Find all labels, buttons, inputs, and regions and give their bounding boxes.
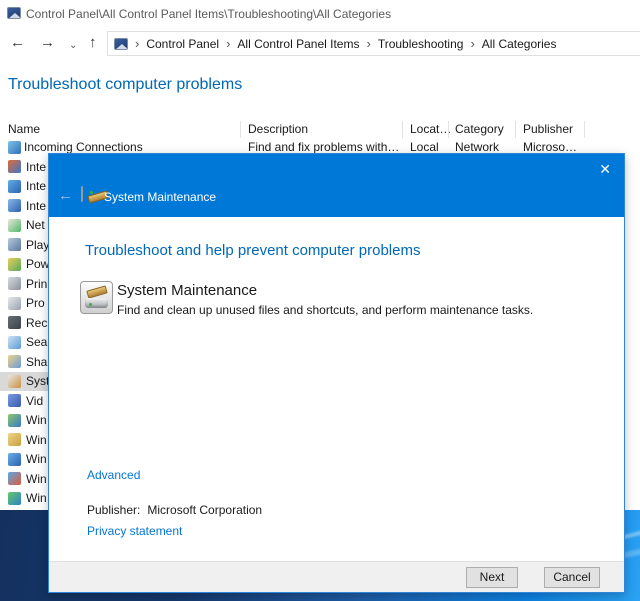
incoming-connections-icon [8,141,21,154]
list-item-label: Play [26,237,50,252]
dialog-title: System Maintenance [104,190,217,204]
breadcrumb-troubleshooting[interactable]: Troubleshooting [378,37,464,51]
troubleshooter-icon [8,491,21,505]
column-divider[interactable] [448,121,449,138]
back-icon[interactable]: ← [10,33,25,53]
breadcrumb-control-panel[interactable]: Control Panel [146,37,219,51]
publisher-value: Microsoft Corporation [147,503,263,517]
publisher-line: Publisher: Microsoft Corporation [87,503,262,517]
dialog-footer: Next Cancel [49,561,624,592]
window-icon [7,7,21,19]
troubleshooter-icon [8,277,21,291]
address-bar-icon [114,37,128,50]
window-titlebar: Control Panel\All Control Panel Items\Tr… [0,0,640,28]
list-item-label: Vid [26,393,44,408]
list-item-label: Sea [26,335,48,350]
up-icon[interactable]: ↑ [89,33,97,53]
column-header-publisher[interactable]: Publisher [523,122,573,136]
list-item-label: Inte [26,198,47,213]
screen: Control Panel\All Control Panel Items\Tr… [0,0,640,601]
troubleshooter-icon [8,394,21,408]
publisher-label: Publisher: [87,503,141,517]
breadcrumb-separator-icon: › [366,36,371,51]
address-bar[interactable]: › Control Panel › All Control Panel Item… [107,31,640,56]
list-item-label: Syst [26,374,50,389]
list-item-label: Win [26,452,47,467]
list-item-label: Win [26,432,47,447]
troubleshooter-icon [8,316,21,330]
list-item-label: Pro [26,296,45,311]
recent-locations-chevron-icon[interactable]: ⌄ [69,36,77,56]
troubleshooter-icon [8,472,21,486]
list-item-label: Inte [26,179,47,194]
forward-icon[interactable]: → [40,33,55,53]
column-divider[interactable] [402,121,403,138]
breadcrumb-separator-icon: › [226,36,231,51]
row-name: Incoming Connections [24,140,143,154]
column-header-name[interactable]: Name [8,122,40,136]
breadcrumb-separator-icon: › [135,36,140,51]
troubleshooter-icon [8,179,21,193]
advanced-link[interactable]: Advanced [87,468,140,482]
row-description: Find and fix problems with… [248,140,400,154]
list-item-label: Rec [26,315,48,330]
troubleshooter-dialog: ✕ ← System Maintenance Troubleshoot and … [48,153,625,593]
list-item-label: Prin [26,276,48,291]
row-category: Network [455,140,500,154]
next-button[interactable]: Next [466,567,518,588]
page-title: Troubleshoot computer problems [8,76,243,93]
breadcrumb-all-control-panel-items[interactable]: All Control Panel Items [237,37,359,51]
privacy-statement-link[interactable]: Privacy statement [87,524,182,538]
list-item-label: Inte [26,159,47,174]
list-item-label: Sha [26,354,48,369]
troubleshooter-icon [8,257,21,271]
troubleshooter-icon [8,355,21,369]
list-item-label: Pow [26,257,50,272]
troubleshooter-icon [8,160,21,174]
troubleshooter-icon [8,413,21,427]
troubleshooter-icon [8,218,21,232]
cancel-button[interactable]: Cancel [544,567,600,588]
dialog-item-title: System Maintenance [117,282,258,299]
row-location: Local [410,140,439,154]
system-maintenance-icon [81,186,109,204]
navigation-bar: ← → ⌄ ↑ › Control Panel › All Control Pa… [0,30,640,57]
list-item-label: Win [26,491,47,506]
dialog-back-icon[interactable]: ← [58,188,73,204]
column-header-category[interactable]: Category [455,122,504,136]
dialog-item-description: Find and clean up unused files and short… [117,303,534,317]
dialog-titlebar: ✕ ← System Maintenance [49,154,624,217]
troubleshooter-icon [8,452,21,466]
system-maintenance-icon [8,374,21,388]
dialog-heading: Troubleshoot and help prevent computer p… [85,242,421,259]
window-title: Control Panel\All Control Panel Items\Tr… [26,7,392,21]
list-item-label: Net [26,218,45,233]
troubleshooter-icon [8,335,21,349]
troubleshooter-icon [8,433,21,447]
close-icon[interactable]: ✕ [599,161,611,177]
column-divider[interactable] [584,121,585,138]
column-header-location[interactable]: Locat… [410,122,451,136]
list-item-label: Win [26,471,47,486]
column-divider[interactable] [240,121,241,138]
breadcrumb-separator-icon: › [470,36,475,51]
system-maintenance-icon [80,281,113,314]
breadcrumb-all-categories[interactable]: All Categories [482,37,557,51]
column-header-description[interactable]: Description [248,122,308,136]
troubleshooter-icon [8,199,21,213]
troubleshooter-icon [8,238,21,252]
list-item-label: Win [26,413,47,428]
row-publisher: Microso… [523,140,578,154]
column-divider[interactable] [515,121,516,138]
troubleshooter-icon [8,296,21,310]
